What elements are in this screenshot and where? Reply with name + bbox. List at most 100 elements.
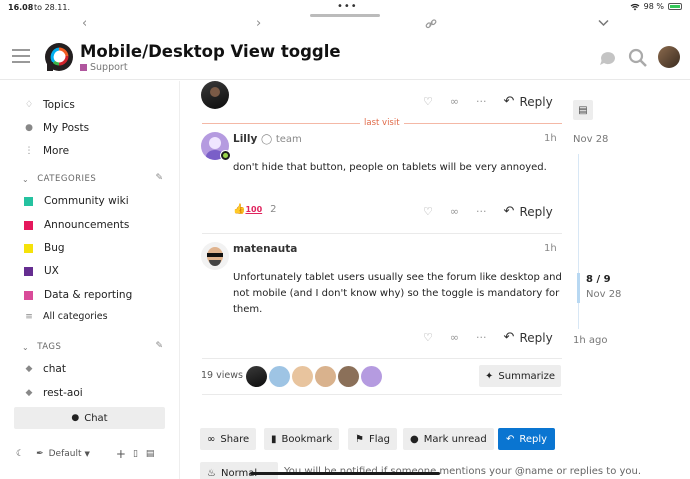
- reply-button[interactable]: ↶ Reply: [504, 330, 553, 345]
- like-heart-icon[interactable]: ♡: [423, 95, 433, 108]
- sidebar-item-my-posts[interactable]: ● My Posts: [22, 122, 89, 134]
- share-button[interactable]: ∞ Share: [200, 428, 257, 450]
- edit-tags-pencil-icon[interactable]: ✎: [155, 341, 163, 351]
- grab-handle[interactable]: [310, 14, 380, 17]
- like-heart-icon[interactable]: ♡: [423, 205, 433, 218]
- timeline-end-date[interactable]: 1h ago: [573, 335, 607, 346]
- chevron-down-icon[interactable]: ▼: [85, 450, 90, 458]
- sidebar-category-ux[interactable]: UX: [22, 265, 59, 277]
- post-reactions[interactable]: 👍 100 2: [233, 204, 277, 215]
- home-indicator[interactable]: [250, 472, 440, 475]
- copy-link-icon[interactable]: ∞: [450, 205, 459, 218]
- sidebar-all-categories[interactable]: ≡ All categories: [22, 311, 107, 322]
- participant-avatar[interactable]: [269, 366, 290, 387]
- list-icon: ≡: [25, 311, 33, 322]
- post-divider: [202, 358, 562, 359]
- like-heart-icon[interactable]: ♡: [423, 331, 433, 344]
- topic-footer-divider: [202, 394, 562, 395]
- flag-button[interactable]: ⚑ Flag: [348, 428, 397, 450]
- notification-level-button[interactable]: ♨ Normal: [200, 462, 278, 479]
- topics-icon: ♢: [24, 100, 34, 110]
- participant-avatar[interactable]: [315, 366, 336, 387]
- sidebar-category-community-wiki[interactable]: Community wiki: [22, 195, 129, 207]
- category-color-swatch: [24, 266, 33, 276]
- topic-category[interactable]: Support: [80, 62, 128, 73]
- user-icon: ●: [25, 123, 33, 133]
- tags-section-header[interactable]: ⌄ TAGS: [22, 342, 61, 352]
- sidebar-item-label: Topics: [43, 99, 75, 111]
- more-actions-icon[interactable]: ···: [476, 205, 487, 218]
- reply-arrow-icon: ↶: [503, 94, 515, 109]
- post-time[interactable]: 1h: [544, 133, 557, 144]
- link-icon[interactable]: [425, 18, 437, 30]
- chat-button[interactable]: ● Chat: [14, 407, 165, 429]
- post-body: don't hide that button, people on tablet…: [233, 162, 547, 173]
- edit-categories-pencil-icon[interactable]: ✎: [155, 173, 163, 183]
- battery-percent: 98 %: [643, 2, 664, 11]
- post-avatar-matenauta[interactable]: [201, 242, 229, 270]
- sidebar-tag-rest-aoi[interactable]: ◆ rest-aoi: [22, 387, 83, 399]
- post-avatar[interactable]: [201, 81, 229, 109]
- participant-avatars: [246, 366, 382, 387]
- categories-section-header[interactable]: ⌄ CATEGORIES: [22, 174, 96, 184]
- reaction-count: 2: [270, 204, 277, 215]
- reply-button[interactable]: ↶ Reply: [504, 94, 553, 109]
- post-time[interactable]: 1h: [544, 243, 557, 254]
- timeline-start-date[interactable]: Nov 28: [573, 134, 608, 145]
- mark-unread-button[interactable]: ● Mark unread: [403, 428, 494, 450]
- bell-icon: ♨: [207, 467, 216, 479]
- more-vertical-icon: ⋮: [24, 146, 34, 156]
- keyboard-icon[interactable]: ▤: [146, 449, 155, 459]
- battery-icon: [668, 3, 682, 10]
- forward-arrow-icon[interactable]: ›: [256, 16, 261, 31]
- wifi-icon: [630, 3, 640, 10]
- reply-arrow-icon: ↶: [503, 204, 515, 219]
- timeline-position: 8 / 9: [586, 274, 611, 285]
- reply-to-topic-button[interactable]: ↶ Reply: [498, 428, 556, 450]
- bookmark-icon: ▮: [271, 433, 277, 445]
- plus-icon[interactable]: +: [116, 447, 126, 461]
- topic-posts: ♡ ∞ ··· ↶ Reply last visit Lilly ◯ team …: [180, 81, 570, 479]
- sidebar-item-topics[interactable]: ♢ Topics: [22, 99, 75, 111]
- back-arrow-icon[interactable]: ‹: [82, 16, 87, 31]
- sidebar-category-data-reporting[interactable]: Data & reporting: [22, 289, 132, 301]
- participant-avatar[interactable]: [246, 366, 267, 387]
- category-color-swatch: [24, 290, 33, 300]
- category-color-swatch: [80, 64, 87, 71]
- hamburger-menu-icon[interactable]: [12, 49, 30, 63]
- post-username[interactable]: matenauta: [233, 243, 297, 255]
- mobile-device-icon[interactable]: ▯: [133, 449, 138, 459]
- participant-avatar[interactable]: [292, 366, 313, 387]
- summarize-button[interactable]: ✦ Summarize: [479, 365, 561, 387]
- copy-link-icon[interactable]: ∞: [450, 95, 459, 108]
- copy-link-icon[interactable]: ∞: [450, 331, 459, 344]
- multitask-dots-icon[interactable]: •••: [337, 1, 358, 12]
- more-actions-icon[interactable]: ···: [476, 95, 487, 108]
- status-right: 98 %: [630, 2, 682, 11]
- search-icon[interactable]: [628, 48, 648, 68]
- chat-bubble-icon[interactable]: [598, 48, 618, 68]
- chevron-down-icon[interactable]: [598, 19, 609, 27]
- reply-button[interactable]: ↶ Reply: [504, 204, 553, 219]
- thumbs-up-reaction-icon: 👍: [233, 204, 246, 215]
- sidebar-footer: ☾ ✒ Default ▼ + ▯ ▤: [16, 447, 171, 461]
- topic-title[interactable]: Mobile/Desktop View toggle: [80, 42, 341, 61]
- user-avatar[interactable]: [658, 46, 680, 68]
- more-actions-icon[interactable]: ···: [476, 331, 487, 344]
- participant-avatar[interactable]: [338, 366, 359, 387]
- sidebar-category-announcements[interactable]: Announcements: [22, 219, 129, 231]
- timeline-handle[interactable]: [577, 273, 580, 303]
- user-flair-badge: [220, 150, 231, 161]
- moon-icon[interactable]: ☾: [16, 449, 24, 459]
- topic-map-icon[interactable]: ▤: [573, 100, 593, 120]
- sidebar-category-bug[interactable]: Bug: [22, 242, 65, 254]
- bookmark-button[interactable]: ▮ Bookmark: [264, 428, 340, 450]
- sidebar-tag-chat[interactable]: ◆ chat: [22, 363, 66, 375]
- hundred-reaction-icon: 100: [245, 205, 263, 214]
- post-username[interactable]: Lilly ◯ team: [233, 133, 302, 145]
- theme-selector[interactable]: Default: [49, 449, 82, 459]
- participant-avatar[interactable]: [361, 366, 382, 387]
- discourse-logo-icon[interactable]: [44, 42, 74, 72]
- sidebar-item-more[interactable]: ⋮ More: [22, 145, 70, 157]
- category-color-swatch: [24, 196, 33, 206]
